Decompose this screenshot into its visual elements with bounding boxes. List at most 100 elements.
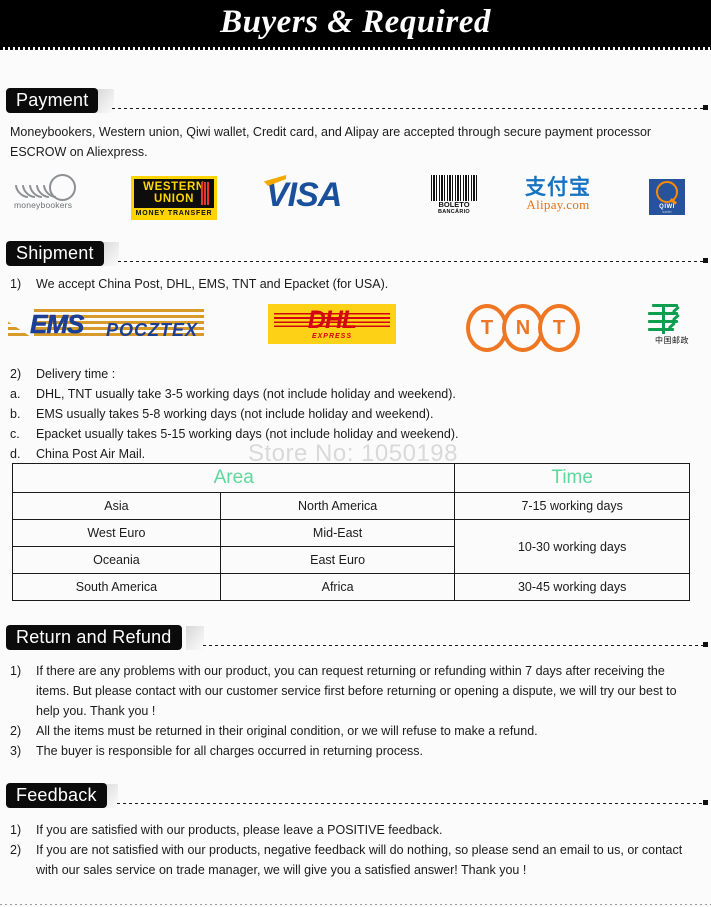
list-item: 1) If you are satisfied with our product… — [10, 820, 700, 840]
qiwi-q-icon — [656, 180, 678, 203]
feedback-list: 1) If you are satisfied with our product… — [10, 820, 700, 880]
table-cell-area2: Mid-East — [219, 519, 456, 547]
table-cell-area1: Oceania — [12, 546, 221, 574]
section-shipment: Shipment — [0, 241, 711, 266]
shipment-rule-endcap — [703, 258, 708, 263]
payment-rule-endcap — [703, 105, 708, 110]
payment-paragraph: Moneybookers, Western union, Qiwi wallet… — [10, 125, 652, 159]
list-marker: 2) — [10, 367, 22, 381]
china-post-mark-icon — [646, 302, 698, 336]
table-header-area: Area — [11, 463, 456, 493]
section-payment: Payment — [0, 88, 711, 113]
list-item: b. EMS usually takes 5-8 working days (n… — [10, 404, 570, 424]
list-marker: d. — [10, 447, 21, 461]
shipment-dashed-rule — [118, 261, 703, 262]
feedback-dashed-rule — [117, 803, 703, 804]
dhl-express-label: EXPRESS — [311, 333, 353, 340]
shipment-logo-row: EMS POCZTEX DHL EXPRESS T N T 中国邮政 — [0, 298, 711, 360]
list-text: All the items must be returned in their … — [36, 724, 538, 738]
western-union-sub: MONEY TRANSFER — [135, 210, 213, 217]
list-marker: 1) — [10, 664, 22, 678]
shipment-item-1: 1) We accept China Post, DHL, EMS, TNT a… — [10, 274, 700, 294]
buyers-required-page: Buyers & Required Payment Moneybookers, … — [0, 0, 711, 907]
table-cell-area2: East Euro — [219, 546, 456, 574]
qiwi-sub: wallet — [662, 209, 672, 214]
list-text: China Post Air Mail. — [36, 447, 146, 461]
table-cell-area1: West Euro — [12, 519, 221, 547]
list-item: 2) If you are not satisfied with our pro… — [10, 840, 700, 880]
barcode-icon — [431, 175, 477, 201]
list-text: Epacket usually takes 5-15 working days … — [36, 427, 459, 441]
table-header-time: Time — [454, 463, 690, 493]
table-cell-time: 7-15 working days — [454, 492, 690, 520]
tab-payment: Payment — [6, 88, 99, 113]
visa-logo: VISA — [264, 175, 386, 214]
tnt-oval-3: T — [538, 304, 580, 352]
alipay-chinese: 支付宝 — [525, 175, 591, 199]
table-cell-area2: North America — [219, 492, 456, 520]
page-title: Buyers & Required — [220, 4, 491, 40]
list-item: a. DHL, TNT usually take 3-5 working day… — [10, 384, 570, 404]
qiwi-logo: QIWI wallet — [649, 179, 685, 215]
tab-shipment: Shipment — [6, 241, 104, 266]
ems-pocztex-logo: EMS POCZTEX — [8, 304, 204, 344]
dhl-label: DHL — [307, 306, 357, 334]
list-text: DHL, TNT usually take 3-5 working days (… — [36, 387, 456, 401]
western-union-logo: WESTERN UNION MONEY TRANSFER — [131, 176, 217, 220]
list-marker: a. — [10, 387, 21, 401]
shipping-zones-table: Area Time Asia North America 7-15 workin… — [11, 463, 690, 601]
alipay-logo: 支付宝 Alipay.com — [525, 176, 591, 212]
dhl-logo: DHL EXPRESS — [268, 304, 396, 344]
return-rule-endcap — [703, 642, 708, 647]
list-item: 1) If there are any problems with our pr… — [10, 661, 700, 721]
list-marker: 2) — [10, 843, 22, 857]
list-text: If you are satisfied with our products, … — [36, 823, 443, 837]
list-text: The buyer is responsible for all charges… — [36, 744, 423, 758]
table-header-row: Area Time — [11, 463, 690, 493]
bottom-divider — [0, 904, 711, 905]
list-text: We accept China Post, DHL, EMS, TNT and … — [36, 277, 389, 291]
feedback-section-header: Feedback — [0, 783, 711, 808]
list-text: If there are any problems with our produ… — [36, 664, 677, 718]
list-text: If you are not satisfied with our produc… — [36, 843, 683, 877]
table-cell-area2: Africa — [219, 573, 456, 601]
visa-label: VISA — [266, 176, 342, 214]
china-post-logo: 中国邮政 — [646, 302, 698, 346]
list-marker: b. — [10, 407, 21, 421]
boleto-line1: BOLETO — [438, 200, 470, 209]
tnt-logo: T N T — [466, 304, 580, 352]
tab-shadow — [101, 242, 119, 266]
table-row: West Euro Mid-East 10-30 working days — [12, 519, 690, 574]
list-text: Delivery time : — [36, 367, 116, 381]
return-refund-list: 1) If there are any problems with our pr… — [10, 661, 700, 761]
moneybookers-logo: moneybookers — [10, 170, 76, 210]
section-feedback: Feedback — [0, 783, 711, 808]
page-banner: Buyers & Required — [0, 0, 711, 47]
delivery-time-list: 2) Delivery time : a. DHL, TNT usually t… — [10, 364, 570, 464]
list-item: c. Epacket usually takes 5-15 working da… — [10, 424, 570, 444]
list-item: 2) Delivery time : — [10, 364, 570, 384]
list-marker: 3) — [10, 744, 22, 758]
list-text: EMS usually takes 5-8 working days (not … — [36, 407, 434, 421]
payment-section-header: Payment — [0, 88, 711, 113]
return-dashed-rule — [203, 645, 703, 646]
tnt-letter: T — [552, 317, 566, 339]
china-post-label: 中国邮政 — [655, 336, 689, 345]
boleto-bancario-logo: BOLETO BANCÁRIO — [431, 175, 477, 216]
table-row: South America Africa 30-45 working days — [12, 573, 690, 601]
tab-shadow — [186, 626, 204, 650]
list-marker: 2) — [10, 724, 22, 738]
list-item: 2) All the items must be returned in the… — [10, 721, 700, 741]
list-marker: c. — [10, 427, 20, 441]
table-row: Asia North America 7-15 working days — [12, 492, 690, 520]
table-cell-time: 30-45 working days — [454, 573, 690, 601]
banner-divider — [0, 47, 711, 50]
list-marker: 1) — [10, 277, 22, 291]
return-section-header: Return and Refund — [0, 625, 711, 650]
feedback-rule-endcap — [703, 800, 708, 805]
pocztex-label: POCZTEX — [106, 320, 199, 340]
western-union-bars — [201, 182, 210, 205]
list-marker: 1) — [10, 823, 22, 837]
tab-shadow — [96, 89, 114, 113]
tab-feedback: Feedback — [6, 783, 107, 808]
